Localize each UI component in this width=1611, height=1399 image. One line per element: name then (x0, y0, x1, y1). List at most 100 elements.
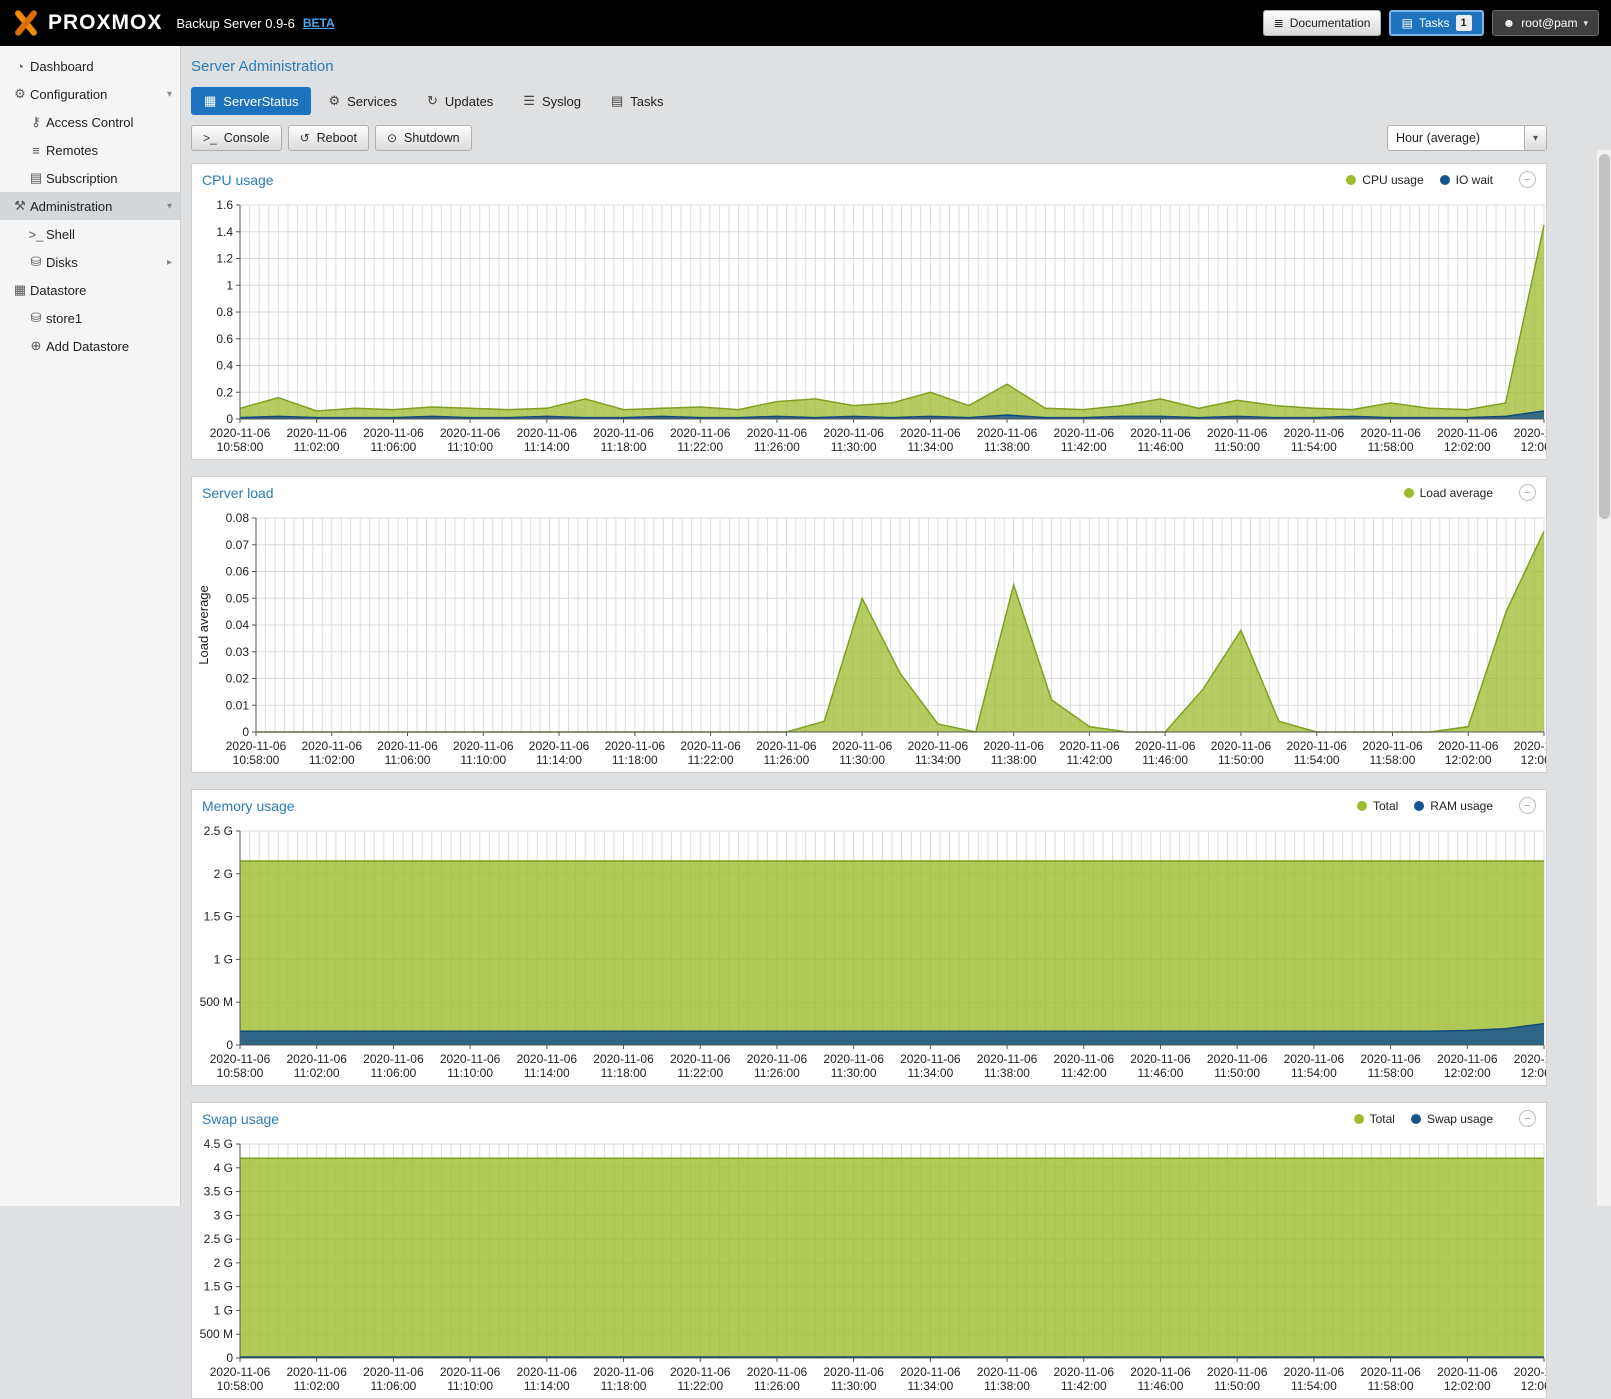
tasks-count-badge: 1 (1456, 15, 1472, 31)
sidebar-item-store1[interactable]: ⛁ store1 (0, 304, 180, 332)
legend-item[interactable]: Load average (1404, 486, 1493, 500)
svg-text:2020-11-0611:58:00: 2020-11-0611:58:00 (1360, 1052, 1421, 1080)
svg-text:2020-11-0610:58:00: 2020-11-0610:58:00 (226, 739, 287, 767)
chart-icon: ▦ (204, 93, 216, 109)
database-icon: ⛁ (26, 310, 46, 326)
svg-text:2020-11-0611:34:00: 2020-11-0611:34:00 (900, 1365, 961, 1393)
scrollbar-thumb[interactable] (1599, 154, 1610, 519)
archive-icon: ▦ (10, 282, 30, 298)
svg-text:1.4: 1.4 (216, 225, 233, 239)
svg-text:2020-11-0611:02:00: 2020-11-0611:02:00 (286, 1052, 347, 1080)
sidebar-item-dashboard[interactable]: ◔ Dashboard (0, 52, 180, 80)
legend-item[interactable]: Total (1354, 1112, 1395, 1126)
collapse-icon[interactable]: − (1519, 484, 1536, 501)
shutdown-button[interactable]: ⊙ Shutdown (375, 125, 472, 151)
legend-item[interactable]: Total (1357, 799, 1398, 813)
tab-services[interactable]: ⚙ Services (315, 87, 410, 115)
svg-text:2020-11-0611:26:00: 2020-11-0611:26:00 (747, 1052, 808, 1080)
collapse-icon[interactable]: − (1519, 171, 1536, 188)
svg-text:1: 1 (226, 278, 233, 292)
reboot-button[interactable]: ↺ Reboot (288, 125, 369, 151)
svg-text:2020-11-0611:26:00: 2020-11-0611:26:00 (756, 739, 817, 767)
svg-text:1.6: 1.6 (216, 198, 233, 212)
console-button[interactable]: >_ Console (191, 125, 282, 151)
svg-text:2020-11-0611:54:00: 2020-11-0611:54:00 (1284, 1052, 1345, 1080)
server-load-chart: 00.010.020.030.040.050.060.070.082020-11… (192, 508, 1546, 772)
legend-dot (1346, 175, 1356, 185)
sidebar-item-access-control[interactable]: ⚷ Access Control (0, 108, 180, 136)
svg-text:2020-11-0612:06:00: 2020-11-0612:06:00 (1514, 739, 1546, 767)
svg-text:2020-11-0611:46:00: 2020-11-0611:46:00 (1130, 1052, 1191, 1080)
sidebar-item-shell[interactable]: >_ Shell (0, 220, 180, 248)
timeframe-select[interactable]: Hour (average) ▾ (1387, 125, 1547, 151)
cpu-usage-panel: CPU usage CPU usage IO wait − 00.20.40.6… (191, 163, 1547, 460)
disk-icon: ⛁ (26, 254, 46, 270)
legend-label: IO wait (1456, 173, 1493, 187)
sidebar-item-add-datastore[interactable]: ⊕ Add Datastore (0, 332, 180, 360)
svg-text:2020-11-0611:54:00: 2020-11-0611:54:00 (1284, 426, 1345, 454)
sidebar-item-disks[interactable]: ⛁ Disks ▸ (0, 248, 180, 276)
sidebar-item-administration[interactable]: ⚒ Administration ▾ (0, 192, 180, 220)
tab-syslog[interactable]: ☰ Syslog (510, 87, 594, 115)
refresh-icon: ↻ (427, 93, 438, 109)
proxmox-logo-icon (12, 9, 40, 37)
sidebar-item-datastore[interactable]: ▦ Datastore (0, 276, 180, 304)
svg-text:2020-11-0611:58:00: 2020-11-0611:58:00 (1360, 426, 1421, 454)
tasks-button[interactable]: ▤ Tasks 1 (1389, 10, 1483, 36)
svg-text:0: 0 (226, 1351, 233, 1365)
sidebar-item-label: Administration (30, 199, 112, 214)
legend-label: Total (1373, 799, 1398, 813)
svg-text:2020-11-0611:38:00: 2020-11-0611:38:00 (983, 739, 1044, 767)
beta-link[interactable]: BETA (303, 16, 335, 30)
legend-item[interactable]: RAM usage (1414, 799, 1493, 813)
tab-label: Tasks (630, 94, 663, 109)
svg-text:0.8: 0.8 (216, 305, 233, 319)
svg-text:0.08: 0.08 (226, 511, 250, 525)
svg-text:2020-11-0611:26:00: 2020-11-0611:26:00 (747, 1365, 808, 1393)
collapse-icon[interactable]: − (1519, 797, 1536, 814)
legend-item[interactable]: CPU usage (1346, 173, 1423, 187)
svg-text:0.02: 0.02 (226, 672, 250, 686)
memory-usage-panel: Memory usage Total RAM usage − 0500 M1 G… (191, 789, 1547, 1086)
tab-label: Services (347, 94, 397, 109)
book-icon: ≣ (1274, 16, 1284, 30)
tab-tasks[interactable]: ▤ Tasks (598, 87, 677, 115)
svg-text:2020-11-0611:18:00: 2020-11-0611:18:00 (593, 426, 654, 454)
svg-text:Load average: Load average (196, 585, 211, 665)
sidebar: ◔ Dashboard ⚙ Configuration ▾ ⚷ Access C… (0, 46, 181, 1206)
vertical-scrollbar[interactable] (1596, 150, 1611, 1206)
chevron-down-icon: ▾ (167, 201, 172, 212)
svg-text:2020-11-0611:46:00: 2020-11-0611:46:00 (1130, 1365, 1191, 1393)
legend-item[interactable]: IO wait (1440, 173, 1493, 187)
sidebar-item-subscription[interactable]: ▤ Subscription (0, 164, 180, 192)
power-icon: ⊙ (387, 131, 397, 145)
svg-text:3.5 G: 3.5 G (204, 1185, 233, 1199)
svg-text:2020-11-0611:30:00: 2020-11-0611:30:00 (823, 1052, 884, 1080)
svg-text:2020-11-0611:02:00: 2020-11-0611:02:00 (302, 739, 363, 767)
legend-label: Swap usage (1427, 1112, 1493, 1126)
gauge-icon: ◔ (10, 59, 30, 74)
user-menu-button[interactable]: ☻ root@pam ▾ (1492, 10, 1599, 36)
svg-text:2020-11-0610:58:00: 2020-11-0610:58:00 (210, 1052, 271, 1080)
svg-text:2020-11-0611:22:00: 2020-11-0611:22:00 (670, 1052, 731, 1080)
sidebar-item-remotes[interactable]: ≡ Remotes (0, 136, 180, 164)
legend-item[interactable]: Swap usage (1411, 1112, 1493, 1126)
tab-label: Syslog (542, 94, 581, 109)
sidebar-item-label: Disks (46, 255, 78, 270)
cpu-usage-chart: 00.20.40.60.811.21.41.62020-11-0610:58:0… (192, 195, 1546, 459)
documentation-button[interactable]: ≣ Documentation (1263, 10, 1382, 36)
tab-serverstatus[interactable]: ▦ ServerStatus (191, 87, 311, 115)
svg-text:2020-11-0611:06:00: 2020-11-0611:06:00 (363, 426, 424, 454)
tab-updates[interactable]: ↻ Updates (414, 87, 506, 115)
svg-text:2020-11-0611:42:00: 2020-11-0611:42:00 (1054, 426, 1115, 454)
svg-text:2020-11-0612:02:00: 2020-11-0612:02:00 (1437, 1052, 1498, 1080)
svg-text:2020-11-0611:14:00: 2020-11-0611:14:00 (529, 739, 590, 767)
collapse-icon[interactable]: − (1519, 1110, 1536, 1127)
sidebar-item-configuration[interactable]: ⚙ Configuration ▾ (0, 80, 180, 108)
svg-text:2020-11-0611:34:00: 2020-11-0611:34:00 (900, 1052, 961, 1080)
legend-dot (1357, 801, 1367, 811)
legend-dot (1440, 175, 1450, 185)
svg-text:0.2: 0.2 (216, 385, 233, 399)
svg-text:0.06: 0.06 (226, 565, 250, 579)
server-load-panel: Server load Load average − 00.010.020.03… (191, 476, 1547, 773)
